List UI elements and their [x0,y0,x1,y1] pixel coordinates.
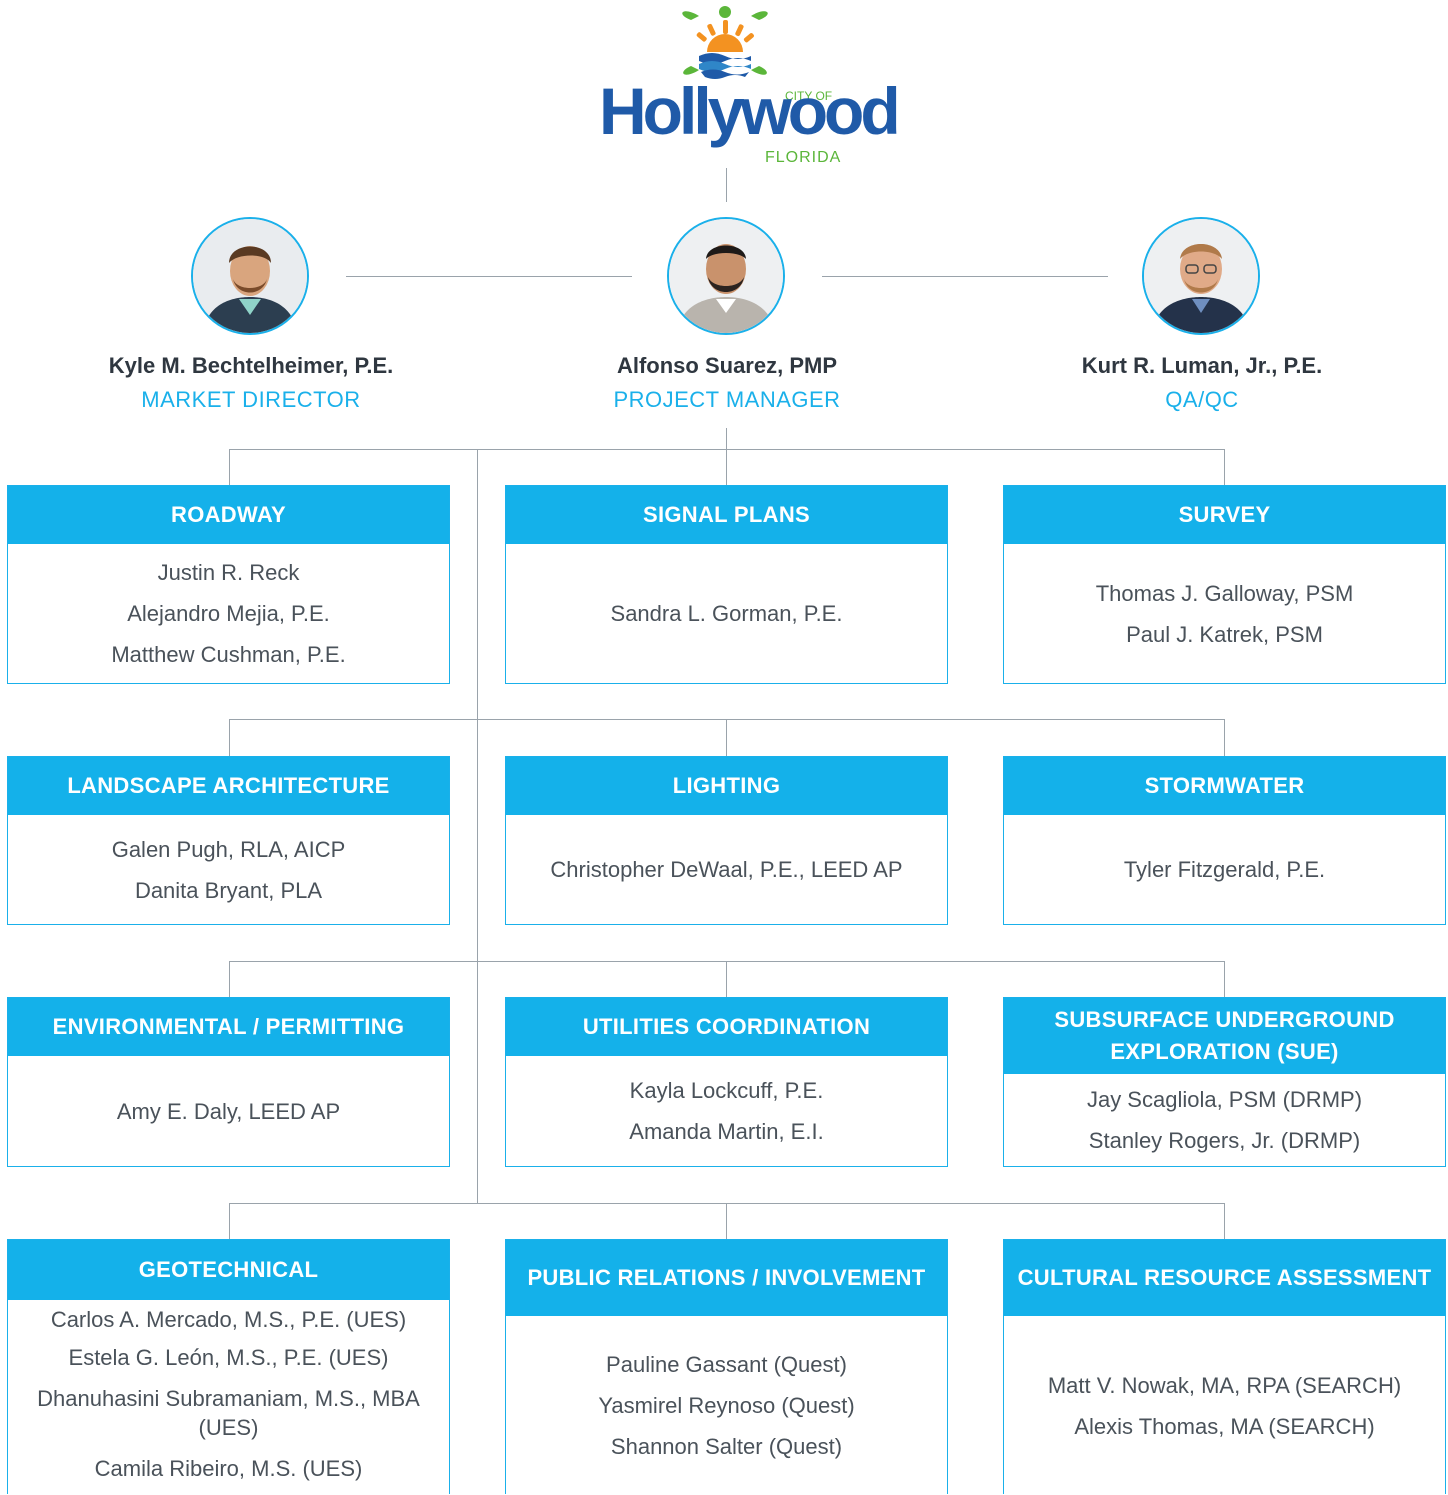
member-name: Alexis Thomas, MA (SEARCH) [1074,1413,1375,1439]
discipline-members: Carlos A. Mercado, M.S., P.E. (UES) Este… [8,1300,449,1495]
member-name: Dhanuhasini Subramaniam, M.S., MBA (UES) [37,1386,420,1440]
discipline-title: ROADWAY [8,486,449,544]
member-name: Thomas J. Galloway, PSM [1095,580,1354,606]
discipline-box-environmental-permitting: ENVIRONMENTAL / PERMITTING Amy E. Daly, … [7,997,450,1167]
discipline-members: Tyler Fitzgerald, P.E. [1004,815,1445,924]
member-name: Amy E. Daly, LEED AP [116,1098,341,1124]
discipline-title: GEOTECHNICAL [8,1240,449,1300]
member-name: Amanda Martin, E.I. [629,1119,824,1144]
discipline-box-utilities-coordination: UTILITIES COORDINATION Kayla Lockcuff, P… [505,997,948,1167]
discipline-box-sue: SUBSURFACE UNDERGROUND EXPLORATION (SUE)… [1003,997,1446,1167]
leader-role: QA/QC [1165,387,1239,412]
person-photo-icon [193,219,307,333]
discipline-box-roadway: ROADWAY Justin R. Reck Alejandro Mejia, … [7,485,450,684]
discipline-box-public-relations: PUBLIC RELATIONS / INVOLVEMENT Pauline G… [505,1239,948,1494]
member-name: Tyler Fitzgerald, P.E. [1123,857,1326,882]
discipline-members: Jay Scagliola, PSM (DRMP) Stanley Rogers… [1004,1074,1445,1166]
logo-state: FLORIDA [765,149,842,166]
discipline-members: Matt V. Nowak, MA, RPA (SEARCH) Alexis T… [1004,1316,1445,1495]
connector-drop [726,961,727,997]
connector-row4-bar [229,1203,1225,1204]
connector-drop [1224,961,1225,997]
connector-trunk [477,449,478,1203]
discipline-box-landscape-architecture: LANDSCAPE ARCHITECTURE Galen Pugh, RLA, … [7,756,450,925]
member-name: Justin R. Reck [157,560,300,585]
discipline-members: Sandra L. Gorman, P.E. [506,544,947,683]
member-name: Matt V. Nowak, MA, RPA (SEARCH) [1047,1372,1402,1398]
discipline-members: Justin R. Reck Alejandro Mejia, P.E. Mat… [8,544,449,683]
discipline-box-survey: SURVEY Thomas J. Galloway, PSM Paul J. K… [1003,485,1446,684]
discipline-box-signal-plans: SIGNAL PLANS Sandra L. Gorman, P.E. [505,485,948,684]
discipline-title: CULTURAL RESOURCE ASSESSMENT [1004,1240,1445,1316]
discipline-title: ENVIRONMENTAL / PERMITTING [8,998,449,1056]
discipline-title: UTILITIES COORDINATION [506,998,947,1056]
discipline-members: Amy E. Daly, LEED AP [8,1056,449,1166]
connector-drop [1224,719,1225,756]
connector-director-to-pm [346,276,632,277]
discipline-title: SUBSURFACE UNDERGROUND EXPLORATION (SUE) [1004,998,1445,1074]
avatar-qaqc [1142,217,1260,335]
member-name: Pauline Gassant (Quest) [606,1352,847,1377]
avatar-project-manager [667,217,785,335]
member-name: Sandra L. Gorman, P.E. [610,601,843,626]
member-name: Kayla Lockcuff, P.E. [629,1078,824,1103]
discipline-members: Christopher DeWaal, P.E., LEED AP [506,815,947,924]
leader-name: Kyle M. Bechtelheimer, P.E. [108,353,394,378]
leader-name: Alfonso Suarez, PMP [616,353,838,378]
member-name: Shannon Salter (Quest) [610,1434,843,1459]
member-name: Matthew Cushman, P.E. [111,642,346,667]
member-name: Stanley Rogers, Jr. (DRMP) [1088,1128,1361,1153]
discipline-members: Pauline Gassant (Quest) Yasmirel Reynoso… [506,1316,947,1495]
connector-drop [229,1203,230,1239]
member-name: Yasmirel Reynoso (Quest) [598,1393,855,1418]
member-name: Danita Bryant, PLA [134,877,323,903]
connector-drop [229,961,230,997]
avatar-market-director [191,217,309,335]
connector-drop [726,1203,727,1239]
person-photo-icon [669,219,783,333]
connector-row1-bar [229,449,1225,450]
leader-name: Kurt R. Luman, Jr., P.E. [1081,353,1323,378]
member-name: Carlos A. Mercado, M.S., P.E. (UES) [50,1307,407,1332]
discipline-title: PUBLIC RELATIONS / INVOLVEMENT [506,1240,947,1316]
connector-drop [726,719,727,756]
discipline-members: Kayla Lockcuff, P.E. Amanda Martin, E.I. [506,1056,947,1166]
discipline-title: STORMWATER [1004,757,1445,815]
member-name: Galen Pugh, RLA, AICP [111,836,346,862]
connector-drop [1224,449,1225,485]
discipline-box-lighting: LIGHTING Christopher DeWaal, P.E., LEED … [505,756,948,925]
city-logo: CITY OF Hollywood FLORIDA [595,6,901,166]
discipline-title: SURVEY [1004,486,1445,544]
connector-row3-bar [229,961,1225,962]
member-name: Estela G. León, M.S., P.E. (UES) [68,1345,389,1370]
member-name: Camila Ribeiro, M.S. (UES) [94,1456,363,1481]
member-name: Jay Scagliola, PSM (DRMP) [1086,1087,1363,1112]
discipline-box-stormwater: STORMWATER Tyler Fitzgerald, P.E. [1003,756,1446,925]
leader-role: MARKET DIRECTOR [141,387,361,412]
discipline-members: Galen Pugh, RLA, AICP Danita Bryant, PLA [8,815,449,924]
member-name: Alejandro Mejia, P.E. [127,601,330,626]
connector-drop [726,449,727,485]
connector-pm-down [726,428,727,449]
discipline-box-geotechnical: GEOTECHNICAL Carlos A. Mercado, M.S., P.… [7,1239,450,1494]
member-name: Christopher DeWaal, P.E., LEED AP [550,857,903,882]
connector-logo-to-pm [726,168,727,202]
discipline-box-cultural-resource: CULTURAL RESOURCE ASSESSMENT Matt V. Now… [1003,1239,1446,1494]
connector-drop [229,719,230,756]
leader-role: PROJECT MANAGER [613,387,841,412]
logo-name: Hollywood [599,74,901,148]
connector-drop [229,449,230,485]
connector-drop [1224,1203,1225,1239]
connector-pm-to-qaqc [822,276,1108,277]
member-name: Paul J. Katrek, PSM [1126,621,1323,647]
discipline-title: LANDSCAPE ARCHITECTURE [8,757,449,815]
connector-row2-bar [229,719,1225,720]
discipline-title: LIGHTING [506,757,947,815]
person-photo-icon [1144,219,1258,333]
discipline-title: SIGNAL PLANS [506,486,947,544]
discipline-members: Thomas J. Galloway, PSM Paul J. Katrek, … [1004,544,1445,683]
